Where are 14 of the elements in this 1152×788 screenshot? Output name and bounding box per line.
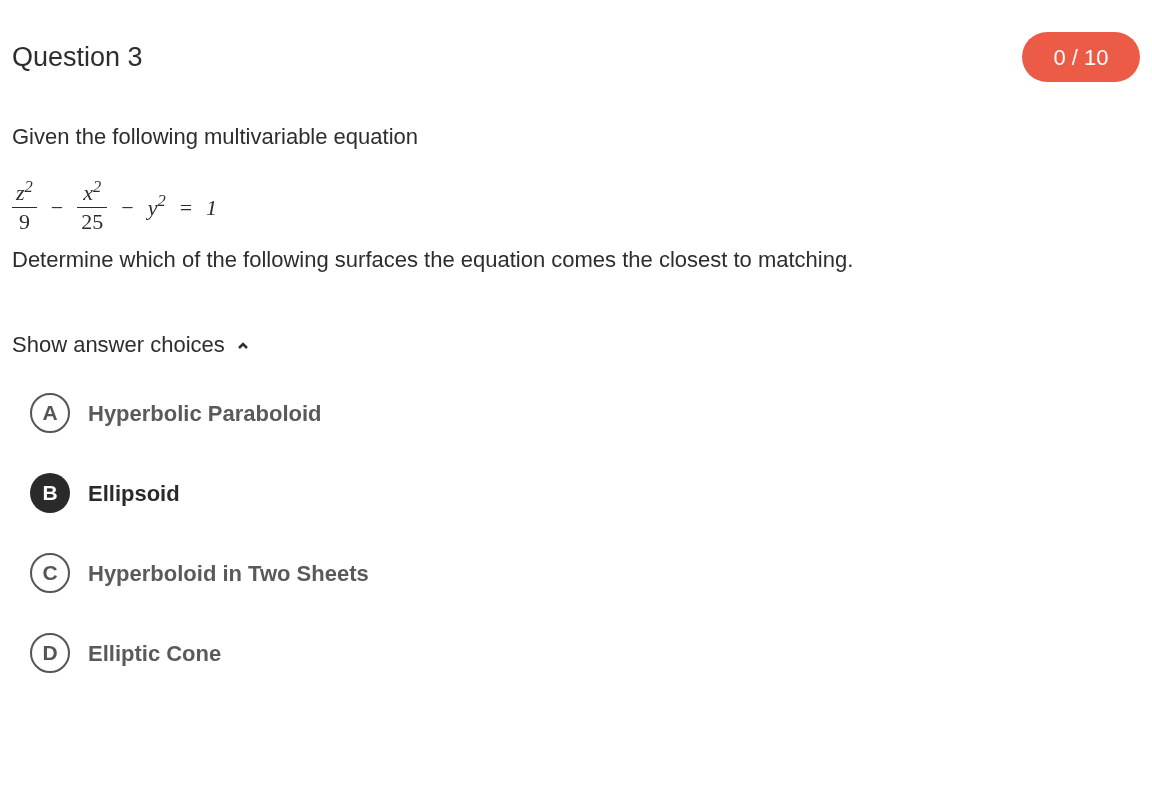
- prompt-text: Given the following multivariable equation: [12, 123, 419, 151]
- instruction-text: Determine which of the following surfaces the equation comes the closest to matching.: [12, 246, 855, 274]
- choice-letter[interactable]: B: [30, 473, 70, 513]
- choice-letter[interactable]: C: [30, 553, 70, 593]
- question-title: Question 3: [12, 40, 143, 74]
- score-badge: 0 / 10: [1022, 32, 1140, 82]
- choice-label[interactable]: Elliptic Cone: [88, 636, 222, 670]
- choice-letter[interactable]: A: [30, 393, 70, 433]
- chevron-up-icon: [236, 340, 249, 349]
- choice-label[interactable]: Hyperboloid in Two Sheets: [88, 556, 369, 590]
- choice-letter[interactable]: D: [30, 633, 70, 673]
- choice-label[interactable]: Hyperbolic Paraboloid: [88, 396, 322, 430]
- show-answer-choices-toggle[interactable]: Show answer choices: [12, 328, 249, 361]
- choice-label[interactable]: Ellipsoid: [88, 476, 180, 510]
